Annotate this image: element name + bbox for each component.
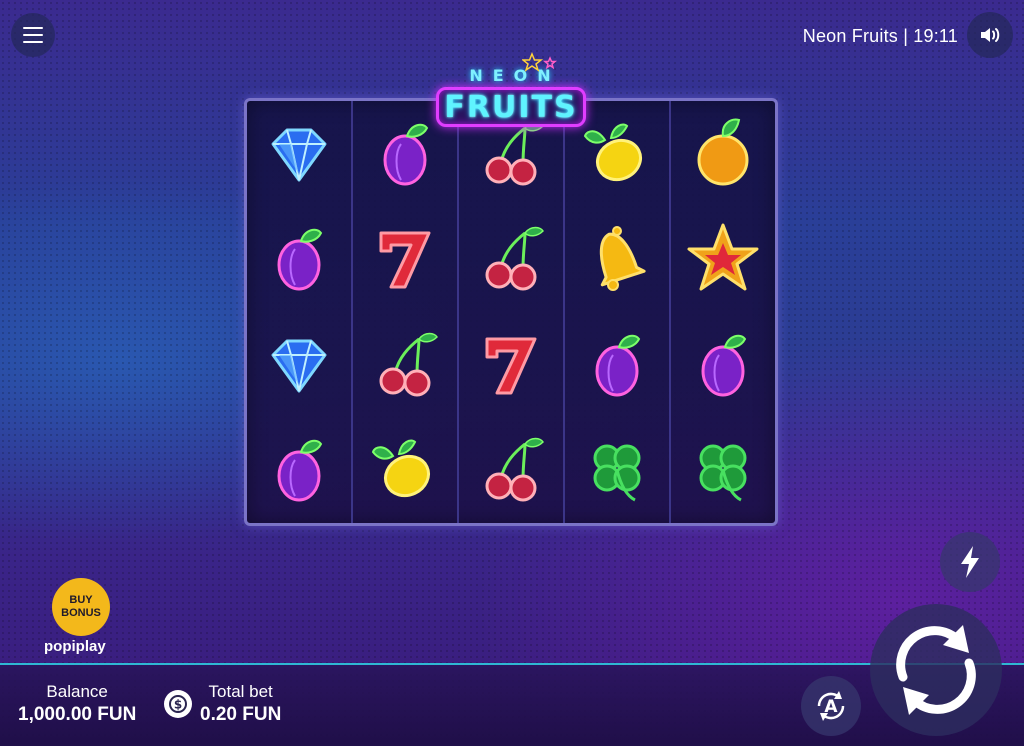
plum-symbol-icon [277,228,323,291]
menu-icon [23,27,43,29]
logo-fruits-text: FRUITS [444,89,578,125]
balance-display: Balance 1,000.00 FUN [18,682,136,726]
reel-cell [459,418,563,524]
reel-cell [459,207,563,313]
cherry-symbol-icon [379,332,438,397]
lemon-symbol-icon [371,439,430,498]
reel-cell [459,312,563,418]
game-title: Neon Fruits [802,26,898,46]
reel-cell [353,418,457,524]
buy-bonus-line2: BONUS [61,607,101,619]
coins-icon: $ [169,695,187,713]
bet-settings-button[interactable]: $ [164,690,192,718]
reel-cell [247,101,351,207]
spin-icon [896,625,976,715]
balance-label: Balance [46,682,108,701]
logo-stars-icon [522,52,558,72]
buy-bonus-line1: BUY [69,594,93,606]
cherry-symbol-icon [485,227,544,291]
reel-cell [353,312,457,418]
clover-symbol-icon [593,444,641,502]
buy-bonus-button[interactable]: BUY BONUS [52,578,110,636]
speaker-icon [981,28,1000,42]
plum-symbol-icon [701,334,747,397]
reel-cell [565,312,669,418]
balance-value: 1,000.00 FUN [18,704,137,725]
reel-5 [671,101,775,523]
total-bet-label: Total bet [208,682,273,701]
title-separator: | [898,26,914,46]
autoplay-icon: A [817,691,845,721]
seven-symbol-icon [379,231,431,289]
turbo-button[interactable] [940,532,1000,592]
reel-1 [247,101,353,523]
reel-cell [671,418,775,524]
reel-3 [459,101,565,523]
plum-symbol-icon [595,334,641,397]
total-bet-value: 0.20 FUN [200,704,282,725]
diamond-symbol-icon [271,128,327,182]
reel-cell [247,207,351,313]
seven-symbol-icon [485,337,537,395]
game-logo: NEON FRUITS [428,52,594,136]
reel-4 [565,101,671,523]
game-title-bar: Neon Fruits | 19:11 [803,26,958,47]
clock-time: 19:11 [913,26,958,46]
lightning-icon [961,546,979,578]
reel-cell [247,312,351,418]
reel-cell [671,207,775,313]
plum-symbol-icon [277,439,323,502]
reels-grid [244,98,778,526]
clover-symbol-icon [699,444,747,502]
reel-cell [247,418,351,524]
autoplay-button[interactable]: A [801,676,861,736]
svg-text:$: $ [174,698,182,712]
provider-logo: popiplay [44,638,106,655]
spin-button[interactable] [870,604,1002,736]
star-symbol-icon [687,223,759,291]
diamond-symbol-icon [271,339,327,393]
logo-neon-text: NEON [469,66,561,85]
reel-cell [671,101,775,207]
reel-cell [565,418,669,524]
reel-cell [565,207,669,313]
reel-2 [353,101,459,523]
reel-cell [671,312,775,418]
cherry-symbol-icon [485,438,544,502]
reel-cell [353,207,457,313]
bell-symbol-icon [599,226,646,292]
sound-button[interactable] [967,12,1013,58]
orange-symbol-icon [697,118,749,186]
svg-text:A: A [824,697,838,717]
logo-fruits-box: FRUITS [436,87,586,127]
menu-button[interactable] [11,13,55,57]
total-bet-display: Total bet 0.20 FUN [200,682,281,726]
